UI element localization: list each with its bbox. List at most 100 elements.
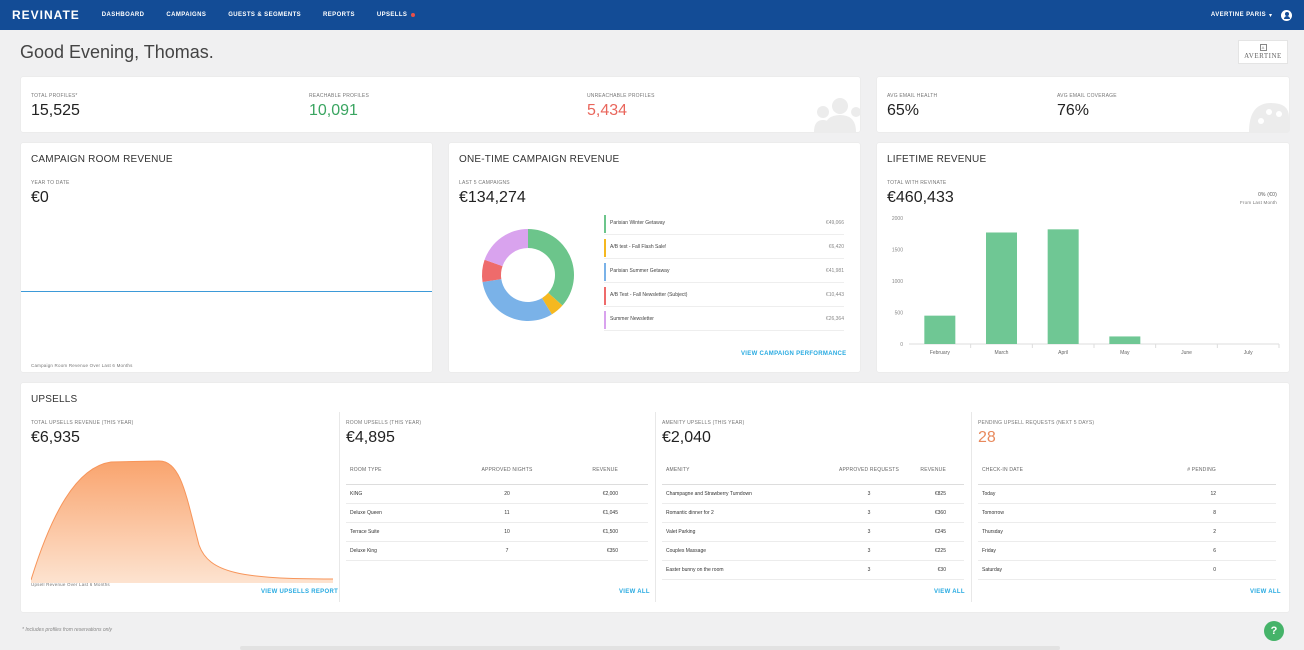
campaign-value: €49,066 bbox=[825, 220, 844, 226]
nav-guests-segments[interactable]: GUESTS & SEGMENTS bbox=[228, 12, 301, 18]
email-health-value: 65% bbox=[887, 102, 920, 119]
table-cell: 3 bbox=[867, 510, 871, 516]
table-cell: 3 bbox=[867, 491, 871, 497]
campaign-name: A/B Test - Fall Newsletter (Subject) bbox=[610, 292, 688, 298]
hotel-logo-mark: A bbox=[1259, 44, 1267, 51]
campaign-name: Summer Newsletter bbox=[610, 316, 654, 322]
upsell-area-chart bbox=[31, 460, 333, 583]
lifetime-value: €460,433 bbox=[887, 189, 954, 206]
campaign-row[interactable]: Parisian Winter Getaway €49,066 bbox=[604, 213, 844, 235]
lifetime-change-caption: From Last Month bbox=[1239, 200, 1277, 205]
bar[interactable] bbox=[924, 315, 956, 344]
view-campaign-performance-link[interactable]: VIEW CAMPAIGN PERFORMANCE bbox=[741, 351, 846, 357]
profiles-card: TOTAL PROFILES* 15,525 REACHABLE PROFILE… bbox=[21, 77, 860, 132]
room-upsells-value: €4,895 bbox=[346, 429, 395, 446]
campaign-row[interactable]: A/B test - Fall Flash Sale! €6,420 bbox=[604, 237, 844, 259]
table-cell: Saturday bbox=[982, 567, 1003, 573]
email-health-label: AVG EMAIL HEALTH bbox=[887, 93, 938, 99]
table-row: Saturday 0 bbox=[978, 561, 1276, 580]
table-cell: 3 bbox=[867, 567, 871, 573]
y-tick-label: 0 bbox=[900, 342, 903, 348]
campaign-value: €26,364 bbox=[825, 316, 844, 322]
campaign-name: Parisian Summer Getaway bbox=[610, 268, 670, 274]
table-cell: Thursday bbox=[982, 529, 1003, 535]
campaign-color-bar bbox=[604, 215, 606, 233]
upsells-title: UPSELLS bbox=[31, 394, 78, 405]
notification-dot bbox=[411, 13, 416, 17]
campaign-value: €10,443 bbox=[825, 292, 844, 298]
pending-view-all-link[interactable]: VIEW ALL bbox=[1250, 589, 1281, 595]
nav-upsells[interactable]: UPSELLS bbox=[377, 12, 416, 18]
palette-watermark-icon bbox=[1249, 103, 1289, 132]
campaign-color-bar bbox=[604, 287, 606, 305]
total-upsells-value: €6,935 bbox=[31, 429, 80, 446]
table-cell: Champagne and Strawberry Turndown bbox=[666, 491, 752, 497]
table-cell: 8 bbox=[1213, 510, 1216, 516]
table-row: Couples Massage 3 €225 bbox=[662, 542, 964, 561]
top-nav: REVINATE DASHBOARD CAMPAIGNS GUESTS & SE… bbox=[0, 0, 1304, 30]
table-row: Deluxe King 7 €350 bbox=[346, 542, 648, 561]
campaign-row[interactable]: Parisian Summer Getaway €41,981 bbox=[604, 261, 844, 283]
campaign-room-title: CAMPAIGN ROOM REVENUE bbox=[31, 154, 173, 165]
total-upsells-label: TOTAL UPSELLS REVENUE (THIS YEAR) bbox=[31, 420, 134, 426]
lifetime-title: LIFETIME REVENUE bbox=[887, 154, 987, 165]
table-cell: €1,045 bbox=[602, 510, 618, 516]
table-cell: €360 bbox=[934, 510, 946, 516]
campaign-color-bar bbox=[604, 239, 606, 257]
pending-upsells-label: PENDING UPSELL REQUESTS (NEXT 5 DAYS) bbox=[978, 420, 1095, 426]
campaign-row[interactable]: Summer Newsletter €26,364 bbox=[604, 309, 844, 331]
nav-campaigns[interactable]: CAMPAIGNS bbox=[166, 12, 206, 18]
table-cell: Deluxe King bbox=[350, 548, 377, 554]
room-upsells-label: ROOM UPSELLS (THIS YEAR) bbox=[346, 420, 422, 426]
table-cell: 12 bbox=[1210, 491, 1216, 497]
campaign-room-label: YEAR TO DATE bbox=[31, 180, 70, 186]
divider bbox=[655, 412, 656, 602]
table-row: Easter bunny on the room 3 €30 bbox=[662, 561, 964, 580]
unreachable-profiles-value: 5,434 bbox=[587, 102, 628, 119]
horizontal-scrollbar[interactable] bbox=[240, 646, 1060, 650]
account-switcher[interactable]: AVERTINE PARIS bbox=[1211, 12, 1266, 18]
campaign-room-value: €0 bbox=[31, 189, 49, 206]
amenity-upsells-value: €2,040 bbox=[662, 429, 711, 446]
table-cell: 20 bbox=[504, 491, 510, 497]
revinate-logo[interactable]: REVINATE bbox=[12, 8, 80, 22]
people-watermark-icon bbox=[814, 98, 860, 132]
table-cell: Today bbox=[982, 491, 996, 497]
help-button[interactable]: ? bbox=[1264, 621, 1284, 641]
unreachable-profiles-label: UNREACHABLE PROFILES bbox=[587, 93, 655, 99]
campaign-room-caption: Campaign Room Revenue Over Last 6 Months bbox=[31, 363, 133, 368]
table-row: KING 20 €2,000 bbox=[346, 485, 648, 504]
bar[interactable] bbox=[1109, 336, 1141, 344]
y-tick-label: 2000 bbox=[892, 216, 903, 222]
total-profiles-value: 15,525 bbox=[31, 102, 80, 119]
lifetime-bar-chart: 0 500 1000 1500 2000 February March April May Jun… bbox=[892, 216, 1280, 356]
donut-slice bbox=[528, 229, 574, 306]
table-cell: 3 bbox=[867, 548, 871, 554]
table-row: Thursday 2 bbox=[978, 523, 1276, 542]
nav-dashboard[interactable]: DASHBOARD bbox=[102, 12, 145, 18]
campaign-row[interactable]: A/B Test - Fall Newsletter (Subject) €10,… bbox=[604, 285, 844, 307]
view-upsells-report-link[interactable]: VIEW UPSELLS REPORT bbox=[261, 589, 338, 595]
table-cell: 7 bbox=[505, 548, 509, 554]
x-tick-label: May bbox=[1120, 350, 1130, 356]
table-cell: 2 bbox=[1213, 529, 1216, 535]
nav-reports[interactable]: REPORTS bbox=[323, 12, 355, 18]
email-coverage-value: 76% bbox=[1057, 102, 1090, 119]
bar[interactable] bbox=[986, 232, 1017, 344]
campaign-color-bar bbox=[604, 311, 606, 329]
bar[interactable] bbox=[1047, 229, 1079, 344]
table-cell: Valet Parking bbox=[666, 529, 696, 535]
caret-down-icon[interactable]: ▾ bbox=[1269, 12, 1272, 19]
user-icon[interactable] bbox=[1281, 9, 1292, 21]
x-tick-label: July bbox=[1244, 350, 1253, 356]
y-tick-label: 1000 bbox=[892, 279, 903, 285]
room-view-all-link[interactable]: VIEW ALL bbox=[619, 589, 650, 595]
one-time-title: ONE-TIME CAMPAIGN REVENUE bbox=[459, 154, 620, 165]
table-row: Tomorrow 8 bbox=[978, 504, 1276, 523]
table-cell: 6 bbox=[1213, 548, 1216, 554]
table-header: APPROVED REQUESTS bbox=[838, 467, 900, 473]
table-cell: Friday bbox=[982, 548, 996, 554]
amenity-view-all-link[interactable]: VIEW ALL bbox=[934, 589, 965, 595]
greeting: Good Evening, Thomas. bbox=[20, 42, 214, 62]
divider bbox=[339, 412, 340, 602]
